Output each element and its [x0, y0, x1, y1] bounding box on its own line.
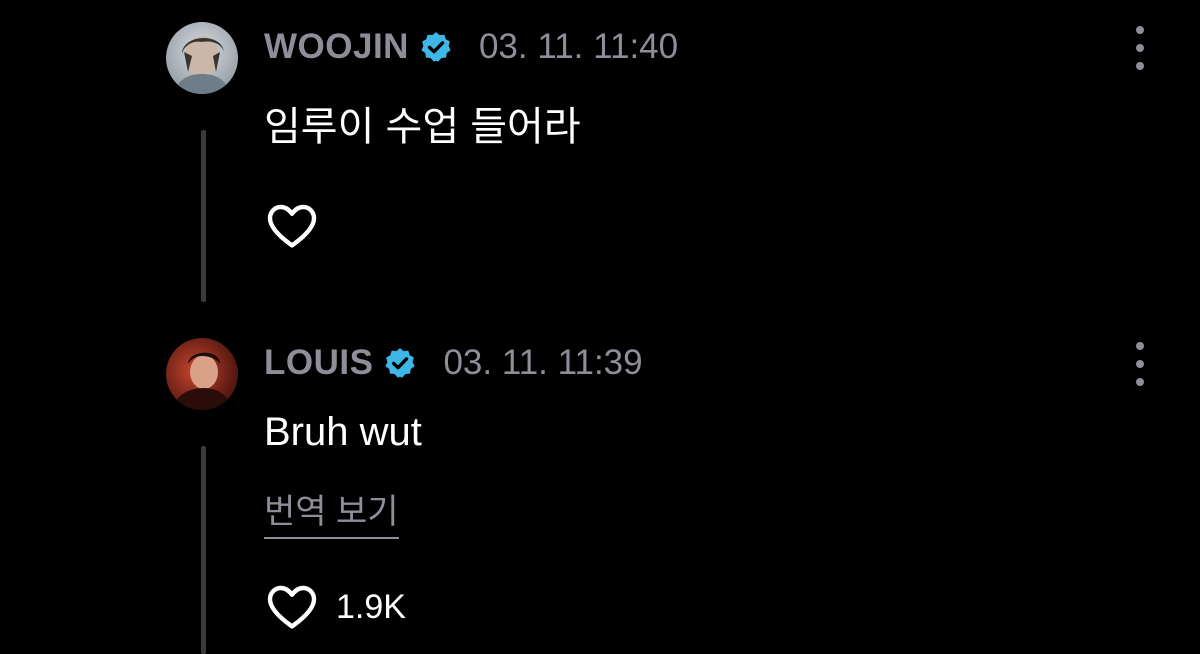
more-vertical-icon-dot	[1136, 360, 1144, 368]
avatar[interactable]	[166, 338, 238, 410]
comment-header: LOUIS 03. 11. 11:39	[264, 343, 643, 383]
verified-badge-icon	[385, 348, 416, 378]
comment-text: Bruh wut	[264, 410, 422, 454]
comment-text: 임루이 수업 들어라	[264, 105, 581, 149]
comment-woojin: WOOJIN 03. 11. 11:40 임루이 수업 들어라	[0, 0, 1200, 320]
comment-thread: WOOJIN 03. 11. 11:40 임루이 수업 들어라 LOUIS 03…	[0, 0, 1200, 654]
comment-louis: LOUIS 03. 11. 11:39 Bruh wut 번역 보기 1.9K	[0, 320, 1200, 654]
more-options-button[interactable]	[1126, 26, 1154, 70]
username[interactable]: LOUIS	[264, 343, 373, 383]
more-vertical-icon-dot	[1136, 378, 1144, 386]
more-vertical-icon-dot	[1136, 26, 1144, 34]
thread-line	[201, 130, 206, 302]
like-count: 1.9K	[336, 587, 406, 626]
heart-outline-icon	[267, 204, 317, 248]
timestamp: 03. 11. 11:39	[443, 343, 643, 382]
user-avatar-louis-icon	[166, 338, 238, 410]
more-vertical-icon-dot	[1136, 342, 1144, 350]
see-translation-link[interactable]: 번역 보기	[264, 484, 399, 539]
user-avatar-woojin-icon	[166, 22, 238, 94]
like-button[interactable]: 1.9K	[266, 584, 406, 630]
like-button[interactable]	[266, 203, 336, 249]
more-options-button[interactable]	[1126, 342, 1154, 386]
avatar[interactable]	[166, 22, 238, 94]
more-vertical-icon-dot	[1136, 44, 1144, 52]
timestamp: 03. 11. 11:40	[478, 27, 679, 66]
thread-line	[201, 446, 206, 654]
comment-header: WOOJIN 03. 11. 11:40	[264, 27, 678, 67]
more-vertical-icon-dot	[1136, 62, 1144, 70]
verified-badge-icon	[421, 32, 451, 62]
heart-outline-icon	[267, 585, 317, 629]
username[interactable]: WOOJIN	[264, 27, 409, 67]
